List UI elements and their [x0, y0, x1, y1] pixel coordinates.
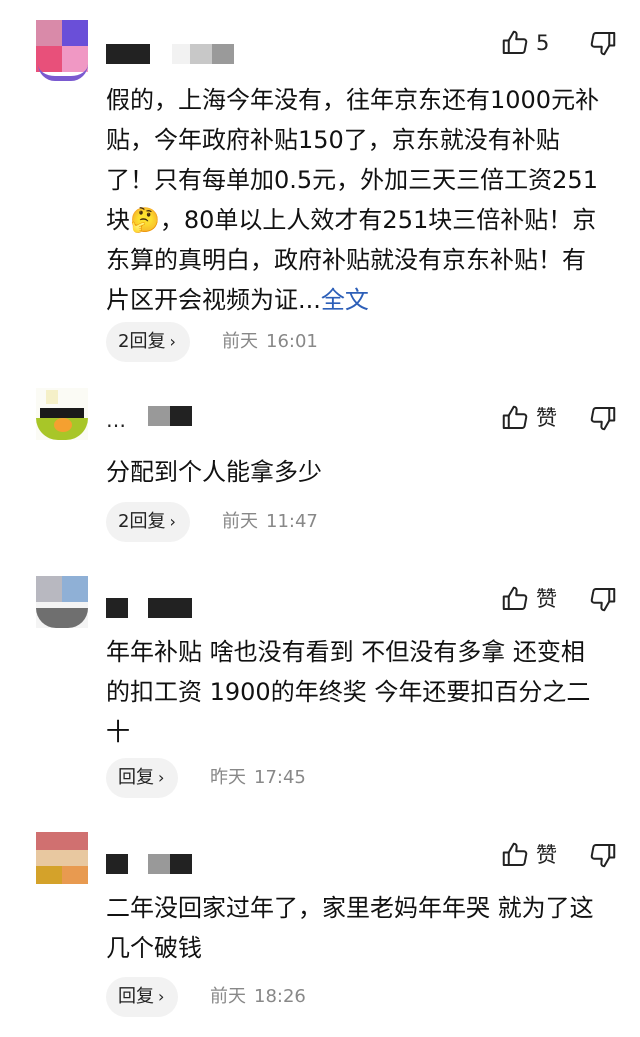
reply-button[interactable]: 回复 ›: [106, 758, 179, 798]
comment-text: 分配到个人能拿多少: [106, 458, 322, 486]
username-redacted: [148, 598, 192, 618]
thumbs-down-icon[interactable]: [588, 28, 618, 58]
avatar[interactable]: [36, 576, 88, 628]
username-redacted: [106, 854, 128, 874]
timestamp-day: 前天: [222, 331, 258, 352]
like-label[interactable]: 赞: [536, 840, 557, 870]
reply-label: 2回复: [118, 331, 166, 352]
timestamp-day: 前天: [210, 986, 246, 1007]
expand-full-text-link[interactable]: 全文: [321, 286, 369, 314]
thumbs-down-icon[interactable]: [588, 403, 618, 433]
like-label[interactable]: 赞: [536, 584, 557, 614]
timestamp: 前天 11:47: [222, 502, 326, 542]
username-dots: …: [106, 408, 126, 432]
reply-button[interactable]: 2回复 ›: [106, 502, 190, 542]
username-redacted: [148, 406, 170, 426]
chevron-right-icon: ›: [158, 768, 165, 787]
comment-text: 假的，上海今年没有，往年京东还有1000元补贴，今年政府补贴150了，京东就没有…: [106, 80, 606, 320]
username-redacted: [190, 44, 212, 64]
avatar-decoration: [38, 64, 88, 81]
thumbs-down-icon[interactable]: [588, 840, 618, 870]
thumbs-up-icon[interactable]: [500, 840, 530, 870]
timestamp-clock: 18:26: [254, 986, 306, 1007]
avatar[interactable]: [36, 388, 88, 440]
timestamp-day: 前天: [222, 511, 258, 532]
avatar[interactable]: [36, 832, 88, 884]
username-redacted: [172, 44, 190, 64]
username-redacted: [106, 598, 128, 618]
timestamp-day: 昨天: [210, 767, 246, 788]
thinking-emoji-icon: 🤔: [130, 206, 160, 234]
timestamp: 前天 16:01: [222, 322, 326, 362]
username-redacted: [212, 44, 234, 64]
reply-label: 回复: [118, 767, 154, 788]
username-redacted: [170, 854, 192, 874]
reply-label: 2回复: [118, 511, 166, 532]
comment-actions: 赞: [480, 578, 640, 618]
comment-text: 二年没回家过年了，家里老妈年年哭 就为了这几个破钱: [106, 894, 594, 962]
chevron-right-icon: ›: [169, 332, 176, 351]
like-count[interactable]: 5: [536, 28, 549, 58]
timestamp-clock: 16:01: [266, 331, 318, 352]
username-redacted: [106, 44, 150, 64]
username-redacted: [148, 854, 170, 874]
chevron-right-icon: ›: [158, 987, 165, 1006]
thumbs-up-icon[interactable]: [500, 403, 530, 433]
timestamp: 昨天 17:45: [210, 758, 314, 798]
like-label[interactable]: 赞: [536, 403, 557, 433]
thumbs-up-icon[interactable]: [500, 28, 530, 58]
comment-actions: 赞: [480, 834, 640, 874]
username-redacted: [170, 406, 192, 426]
thumbs-down-icon[interactable]: [588, 584, 618, 614]
timestamp: 前天 18:26: [210, 977, 314, 1017]
reply-button[interactable]: 2回复 ›: [106, 322, 190, 362]
timestamp-clock: 17:45: [254, 767, 306, 788]
comment-actions: 赞: [480, 397, 640, 437]
reply-label: 回复: [118, 986, 154, 1007]
comment-text: 年年补贴 啥也没有看到 不但没有多拿 还变相的扣工资 1900的年终奖 今年还要…: [106, 638, 591, 746]
reply-button[interactable]: 回复 ›: [106, 977, 179, 1017]
timestamp-clock: 11:47: [266, 511, 318, 532]
thumbs-up-icon[interactable]: [500, 584, 530, 614]
comment-actions: 5: [480, 22, 640, 62]
chevron-right-icon: ›: [169, 512, 176, 531]
